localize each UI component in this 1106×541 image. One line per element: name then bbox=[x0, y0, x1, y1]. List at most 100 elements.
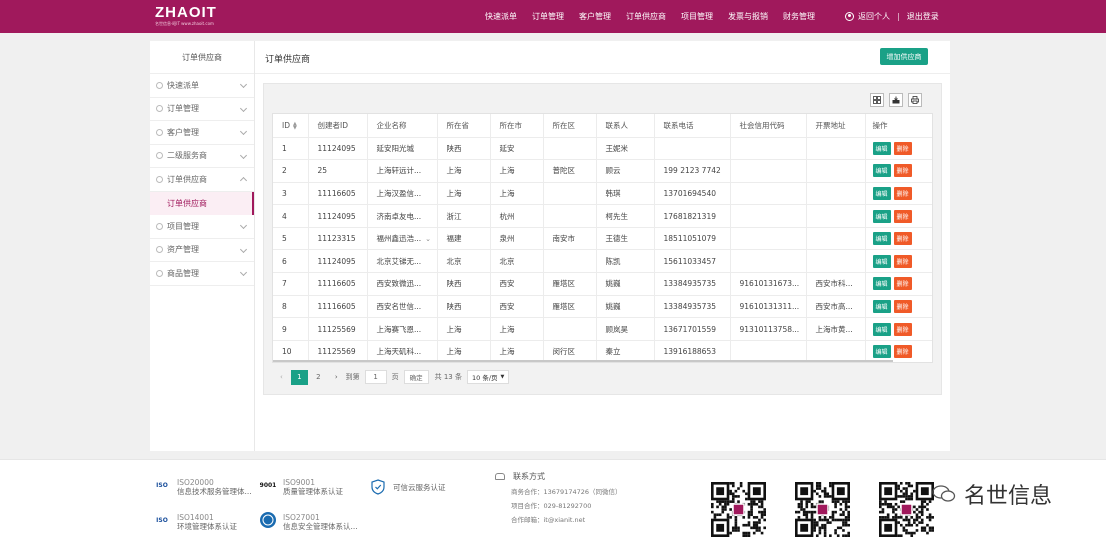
table-cell: 上海 bbox=[437, 159, 491, 183]
table-cell: 11124095 bbox=[308, 249, 368, 274]
table-cell bbox=[806, 137, 866, 161]
prev-page-button[interactable]: ‹ bbox=[280, 373, 283, 381]
sort-icon[interactable]: ▲ ▼ bbox=[293, 121, 297, 130]
table-cell: 7 bbox=[273, 272, 309, 296]
edit-button[interactable]: 编辑 bbox=[872, 322, 891, 336]
circle-icon bbox=[156, 269, 163, 277]
sidebar-item-label: 项目管理 bbox=[167, 221, 199, 231]
chevron-down-icon[interactable]: ⌄ bbox=[425, 235, 431, 243]
delete-button[interactable]: 删除 bbox=[893, 209, 912, 223]
nav-item-order-suppliers[interactable]: 订单供应商 bbox=[626, 11, 666, 22]
table-cell: 王德生 bbox=[596, 227, 655, 251]
table-cell bbox=[543, 317, 597, 341]
nav-item-quick-dispatch[interactable]: 快速派单 bbox=[485, 11, 517, 22]
delete-button[interactable]: 删除 bbox=[893, 345, 912, 359]
sidebar-item-assets[interactable]: 资产管理 bbox=[150, 239, 254, 262]
caret-down-icon: ▼ bbox=[500, 374, 505, 380]
sidebar-item-customers[interactable]: 客户管理 bbox=[150, 121, 254, 145]
logo[interactable]: ZHAOIT 名世信息·昭IT www.zhaoit.com bbox=[155, 5, 217, 27]
sidebar-item-label: 订单供应商 bbox=[167, 174, 207, 184]
nav-item-invoices[interactable]: 发票与报销 bbox=[728, 11, 768, 22]
nav-item-customers[interactable]: 客户管理 bbox=[579, 11, 611, 22]
page-button-2[interactable]: 2 bbox=[310, 370, 327, 385]
edit-button[interactable]: 编辑 bbox=[872, 186, 891, 200]
delete-button[interactable]: 删除 bbox=[893, 322, 912, 336]
cert-iso9001: 9001 ISO9001 质量管理体系认证 bbox=[259, 478, 343, 496]
delete-button[interactable]: 删除 bbox=[893, 277, 912, 291]
table-cell: 199 2123 7742 bbox=[654, 159, 731, 183]
delete-button[interactable]: 删除 bbox=[893, 299, 912, 313]
delete-button[interactable]: 删除 bbox=[893, 232, 912, 246]
column-header-id[interactable]: ID ▲ ▼ bbox=[273, 114, 309, 138]
table-cell: 13384935735 bbox=[654, 272, 731, 296]
column-header-credit-code: 社会信用代码 bbox=[730, 114, 807, 138]
chevron-down-icon bbox=[239, 151, 248, 159]
nav-item-projects[interactable]: 项目管理 bbox=[681, 11, 713, 22]
export-icon[interactable] bbox=[889, 93, 903, 107]
edit-button[interactable]: 编辑 bbox=[872, 254, 891, 268]
edit-button[interactable]: 编辑 bbox=[872, 299, 891, 313]
sidebar-item-quick-dispatch[interactable]: 快速派单 bbox=[150, 74, 254, 98]
table-row: 8 11116605 西安名世信... 陕西 西安 雁塔区 姚巍 13384935735 916… bbox=[273, 295, 932, 319]
sidebar-item-order-suppliers[interactable]: 订单供应商 bbox=[150, 168, 254, 192]
contact-business: 商务合作：13679174726（同微信） bbox=[511, 488, 622, 496]
table-cell bbox=[806, 249, 866, 274]
row-actions: 编辑 删除 bbox=[864, 182, 932, 206]
sidebar-item-products[interactable]: 商品管理 bbox=[150, 262, 254, 286]
goto-page-input[interactable] bbox=[364, 370, 387, 384]
user-area: 返回个人 | 退出登录 bbox=[845, 11, 939, 22]
page-size-select[interactable]: 10 条/页 ▼ bbox=[466, 370, 510, 384]
sidebar-item-projects[interactable]: 项目管理 bbox=[150, 215, 254, 239]
sidebar-item-label: 二级服务商 bbox=[167, 151, 207, 161]
add-supplier-button[interactable]: 增加供应商 bbox=[880, 48, 928, 65]
nav-item-orders[interactable]: 订单管理 bbox=[532, 11, 564, 22]
edit-button[interactable]: 编辑 bbox=[872, 164, 891, 178]
edit-button[interactable]: 编辑 bbox=[872, 345, 891, 359]
back-to-personal-link[interactable]: 返回个人 bbox=[858, 11, 890, 22]
table-cell: 13384935735 bbox=[654, 295, 731, 319]
goto-confirm-button[interactable]: 确定 bbox=[403, 370, 429, 384]
sidebar-item-secondary-providers[interactable]: 二级服务商 bbox=[150, 145, 254, 168]
next-page-button[interactable]: › bbox=[335, 373, 338, 381]
circle-icon bbox=[156, 81, 163, 89]
table-cell: 济南卓友电... bbox=[367, 204, 438, 228]
edit-button[interactable]: 编辑 bbox=[872, 209, 891, 223]
table-cell: 91310113758... bbox=[730, 317, 807, 341]
sidebar-item-label: 订单管理 bbox=[167, 104, 199, 114]
table-row: 7 11116605 西安致微迅... 陕西 西安 雁塔区 姚巍 13384935735 916… bbox=[273, 272, 932, 296]
table-cell: 陕西 bbox=[437, 137, 491, 161]
table-cell: 25 bbox=[308, 159, 368, 183]
delete-button[interactable]: 删除 bbox=[893, 186, 912, 200]
circle-icon bbox=[156, 175, 163, 183]
logout-link[interactable]: 退出登录 bbox=[907, 11, 939, 22]
table-cell: 南安市 bbox=[543, 227, 597, 251]
table-cell bbox=[730, 204, 807, 228]
table-cell: 17681821319 bbox=[654, 204, 731, 228]
sidebar-subitem-order-suppliers[interactable]: 订单供应商 bbox=[150, 191, 254, 215]
grid-icon[interactable] bbox=[870, 93, 884, 107]
chevron-down-icon bbox=[239, 80, 248, 89]
table-cell bbox=[543, 249, 597, 274]
table-cell: 13671701559 bbox=[654, 317, 731, 341]
table-row: 3 11116605 上海汉盈信... 上海 上海 韩琪 13701694540 编辑 删除 bbox=[273, 182, 932, 206]
table-cell: 北京 bbox=[437, 249, 491, 274]
delete-button[interactable]: 删除 bbox=[893, 164, 912, 178]
column-header-phone: 联系电话 bbox=[654, 114, 731, 138]
page-button-1[interactable]: 1 bbox=[290, 369, 308, 385]
chevron-down-icon bbox=[239, 104, 248, 112]
edit-button[interactable]: 编辑 bbox=[872, 232, 891, 246]
table-cell bbox=[806, 159, 866, 183]
sidebar-item-label: 客户管理 bbox=[167, 127, 199, 137]
table-cell: 上海 bbox=[437, 317, 491, 341]
sidebar-item-orders[interactable]: 订单管理 bbox=[150, 98, 254, 121]
edit-button[interactable]: 编辑 bbox=[872, 277, 891, 291]
main-container: 订单供应商 快速派单 订单管理 客户管理 二级服务商 订单供应商 订单供应商 项… bbox=[150, 41, 950, 451]
delete-button[interactable]: 删除 bbox=[893, 141, 912, 155]
print-icon[interactable] bbox=[908, 93, 922, 107]
table-cell: 9 bbox=[273, 317, 309, 341]
nav-item-finance[interactable]: 财务管理 bbox=[783, 11, 815, 22]
iso-logo: ISO bbox=[156, 516, 168, 524]
delete-button[interactable]: 删除 bbox=[893, 254, 912, 268]
divider bbox=[255, 73, 950, 74]
edit-button[interactable]: 编辑 bbox=[872, 141, 891, 155]
